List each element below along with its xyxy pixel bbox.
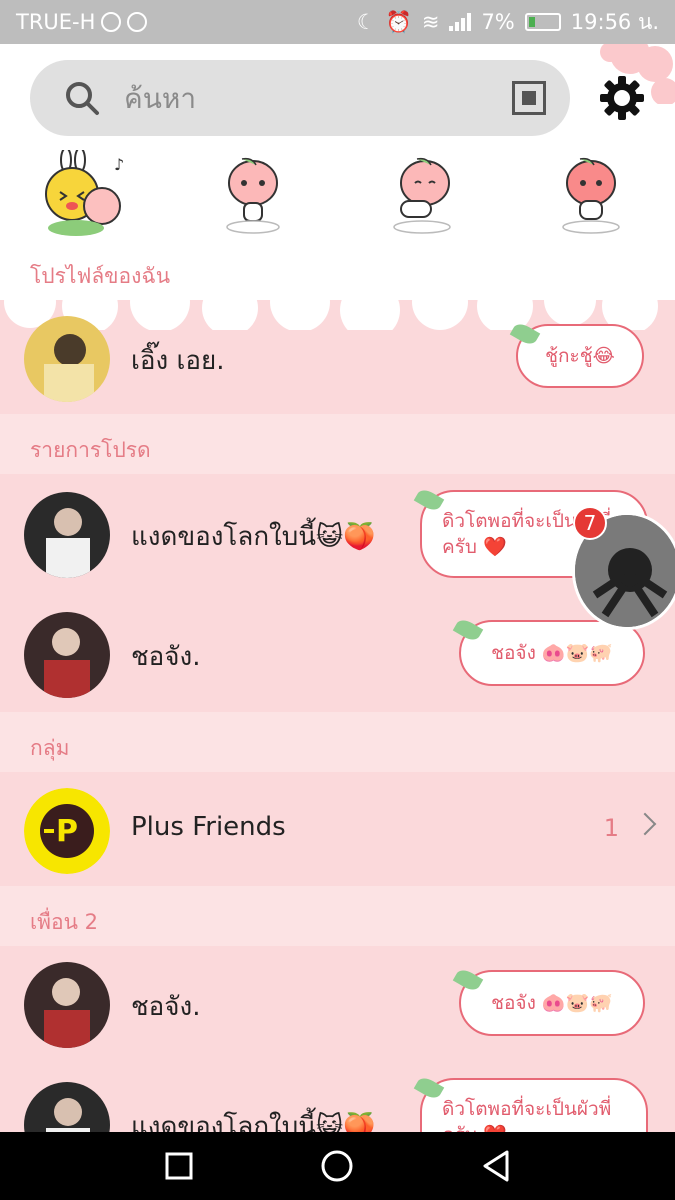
status-message: ชอจัง 🐽🐷🐖 [491, 992, 613, 1014]
friend-name: แงดของโลกใบนี้😺🍑 [131, 522, 376, 552]
status-message-bubble: ชอจัง 🐽🐷🐖 [459, 620, 645, 686]
friend-name: ชอจัง. [131, 992, 201, 1022]
status-message-bubble: ดิวโตพอที่จะเป็นผัวพี่ครับ ❤️ [420, 1078, 648, 1132]
avatar [24, 1082, 110, 1132]
status-message-bubble: ชอจัง 🐽🐷🐖 [459, 970, 645, 1036]
circle-icon [321, 1150, 353, 1182]
chats-tab-peach-icon [226, 157, 280, 234]
qr-code-icon[interactable] [512, 81, 546, 115]
header: ♪ [0, 44, 675, 240]
friends-tab-character-icon: ♪ [45, 150, 125, 236]
triangle-back-icon [483, 1150, 509, 1182]
more-tab-peach-icon [561, 157, 620, 234]
section-header-friends: เพื่อน 2 [30, 910, 99, 934]
alarm-icon: ⏰ [385, 9, 412, 34]
avatar [24, 612, 110, 698]
friend-name: แงดของโลกใบนี้😺🍑 [131, 1112, 376, 1132]
section-header-groups: กลุ่ม [30, 736, 70, 760]
section-band-friends [0, 886, 675, 946]
chat-head-badge: 7 [573, 506, 607, 540]
moon-icon: ☾ [356, 10, 376, 34]
svg-text:♪: ♪ [114, 155, 124, 174]
friend-row-2[interactable]: แงดของโลกใบนี้😺🍑 ดิวโตพอที่จะเป็นผัวพี่ค… [0, 1068, 675, 1132]
status-right: ☾ ⏰ ≋ 7% 19:56 น. [357, 6, 659, 39]
clock: 19:56 น. [570, 9, 659, 34]
status-message: ชอจัง 🐽🐷🐖 [491, 642, 613, 664]
square-icon [165, 1152, 193, 1180]
carrier-label: TRUE-H [16, 10, 96, 34]
home-button[interactable] [317, 1146, 357, 1186]
back-button[interactable] [476, 1146, 516, 1186]
tab-chats[interactable] [203, 150, 303, 240]
status-message: ชู้กะชู้😂 [545, 345, 615, 367]
navigation-bar [0, 1132, 675, 1200]
search-bar[interactable] [30, 60, 570, 136]
group-name: Plus Friends [131, 812, 286, 842]
avatar [24, 316, 110, 402]
friend-name: ชอจัง. [131, 642, 201, 672]
messenger-icon-2 [127, 12, 148, 32]
friends-list[interactable]: โปรไฟล์ของฉัน เอิ๊ง เอย. ชู้กะชู้😂 รายกา… [0, 240, 675, 1132]
recent-apps-button[interactable] [159, 1146, 199, 1186]
status-message: ดิวโตพอที่จะเป็นผัวพี่ครับ ❤️ [442, 1098, 612, 1132]
status-bar: TRUE-H ☾ ⏰ ≋ 7% 19:56 น. [0, 0, 675, 44]
my-profile-row[interactable]: เอิ๊ง เอย. ชู้กะชู้😂 [0, 302, 675, 414]
messenger-icon [101, 12, 122, 32]
tab-friends[interactable]: ♪ [34, 150, 134, 240]
section-band-groups [0, 712, 675, 772]
avatar [24, 962, 110, 1048]
group-row-plus-friends[interactable]: P Plus Friends 1 [0, 774, 675, 886]
wifi-icon: ≋ [421, 10, 440, 34]
friend-row-1[interactable]: ชอจัง. ชอจัง 🐽🐷🐖 [0, 948, 675, 1060]
section-header-my-profile: โปรไฟล์ของฉัน [30, 264, 171, 288]
status-left: TRUE-H [16, 10, 148, 34]
battery-percent: 7% [481, 10, 515, 34]
avatar [24, 492, 110, 578]
timeline-tab-peach-icon [393, 157, 451, 234]
settings-gear-icon[interactable] [598, 74, 646, 122]
friend-row-favorite-2[interactable]: ชอจัง. ชอจัง 🐽🐷🐖 [0, 598, 675, 710]
search-input[interactable] [124, 81, 454, 115]
unread-count: 1 [603, 814, 619, 842]
search-icon [66, 82, 99, 115]
signal-icon [449, 13, 472, 31]
section-header-favorites: รายการโปรด [30, 438, 151, 462]
tab-bar: ♪ [0, 150, 675, 240]
battery-icon [524, 13, 561, 31]
plus-friends-logo-icon: P [24, 788, 110, 874]
tab-more[interactable] [541, 150, 641, 240]
svg-text:P: P [56, 814, 78, 849]
tab-timeline[interactable] [372, 150, 472, 240]
chevron-right-icon [633, 812, 657, 836]
profile-name: เอิ๊ง เอย. [131, 346, 225, 376]
